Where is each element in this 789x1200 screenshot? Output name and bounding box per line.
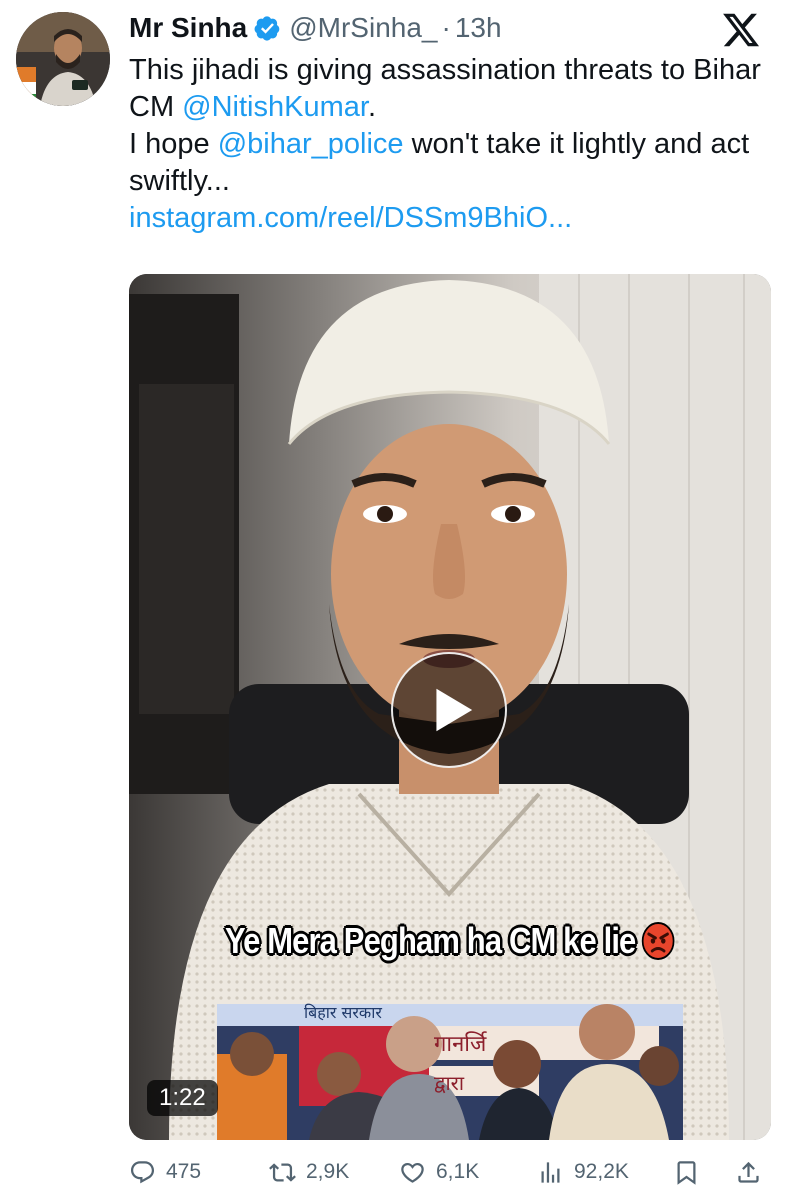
mention-nitishkumar[interactable]: @NitishKumar [182,91,368,123]
repost-icon [269,1162,296,1182]
like-button[interactable]: 6,1K [399,1152,479,1192]
like-count: 6,1K [436,1160,480,1183]
mention-bihar-police[interactable]: @bihar_police [218,128,404,160]
share-icon [738,1161,759,1183]
bookmark-icon [677,1160,696,1185]
repost-count: 2,9K [306,1160,350,1183]
caption-text: Ye Mera Pegham ha CM ke lie [225,920,636,961]
views-icon [541,1161,560,1183]
views-count: 92,2K [574,1160,629,1183]
video-caption: Ye Mera Pegham ha CM ke lie [174,920,726,962]
like-icon [401,1162,424,1183]
reply-button[interactable]: 475 [129,1152,201,1192]
verified-badge-icon [254,15,280,41]
reply-icon [130,1160,155,1183]
video-player[interactable]: बिहार सरकार गानर्जि द्वारा Ye Mera Pegha… [129,274,771,1140]
inset-banner-text: गानर्जि [434,1031,487,1057]
x-logo-icon [723,13,760,47]
tweet-line-1: This jihadi is giving assassination thre… [129,52,779,126]
avatar-image [16,12,110,106]
tweet-line-2: I hope @bihar_police won't take it light… [129,126,779,200]
tweet-text: This jihadi is giving assassination thre… [129,52,779,237]
inset-top-text: बिहार सरकार [304,1003,382,1022]
tweet-text-part: . [367,91,377,123]
inset-banner-text-2: द्वारा [434,1071,465,1095]
instagram-link[interactable]: instagram.com/reel/DSSm9BhiO... [129,202,572,234]
play-icon [436,688,473,732]
repost-button[interactable]: 2,9K [269,1152,349,1192]
tweet[interactable]: Mr Sinha @MrSinha_ · 13h This jihadi is … [0,0,789,1200]
user-handle[interactable]: @MrSinha_ [289,12,437,44]
angry-face-emoji [641,922,675,960]
reply-count: 475 [166,1160,202,1183]
action-bar: 475 2,9K 6,1K 92,2K [129,1152,771,1192]
tweet-header: Mr Sinha @MrSinha_ · 13h [129,8,773,48]
video-duration: 1:22 [147,1080,218,1116]
views-button[interactable]: 92,2K [537,1152,629,1192]
bookmark-button[interactable] [673,1152,700,1192]
timestamp[interactable]: 13h [455,12,502,44]
avatar[interactable] [16,12,110,106]
display-name[interactable]: Mr Sinha [129,12,247,44]
share-button[interactable] [735,1152,762,1192]
play-button[interactable] [391,652,507,768]
tweet-text-part: I hope [129,128,218,160]
separator-dot: · [441,12,451,43]
